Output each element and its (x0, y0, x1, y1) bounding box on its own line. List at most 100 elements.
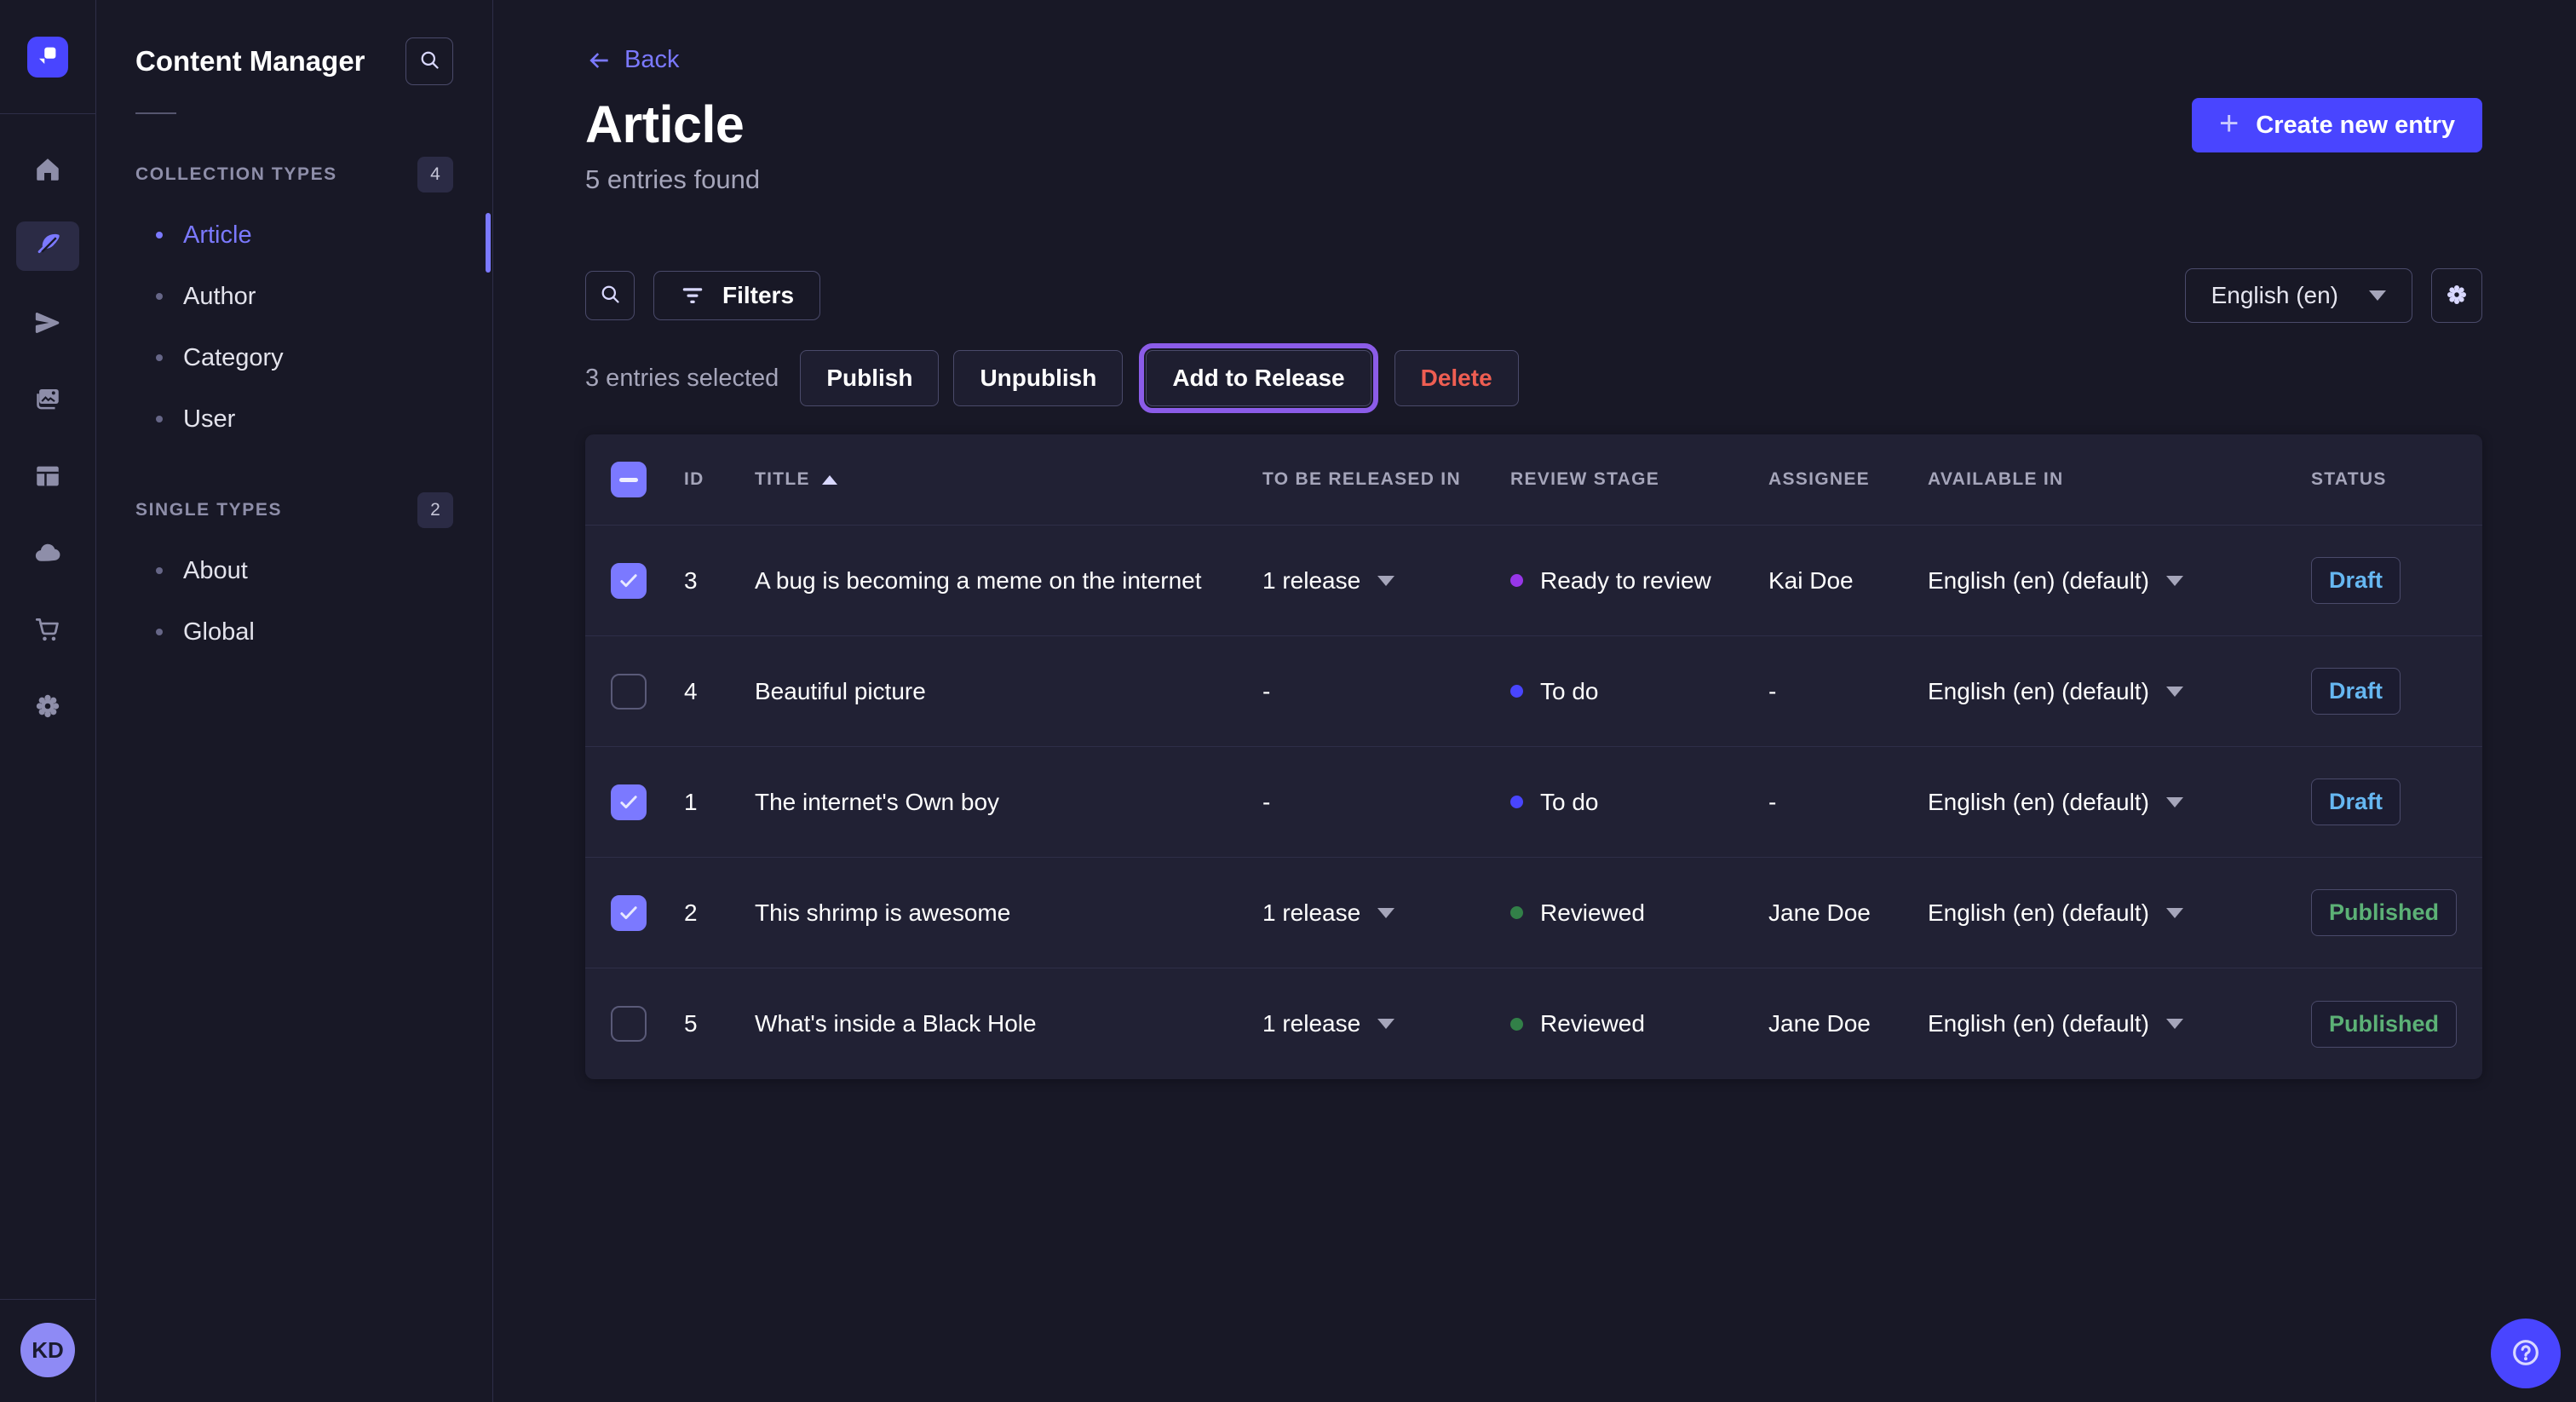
column-header-available-in[interactable]: AVAILABLE IN (1928, 469, 2311, 490)
stage-dot-icon (1510, 796, 1523, 808)
column-header-to-be-released-in[interactable]: TO BE RELEASED IN (1262, 469, 1510, 490)
selection-count: 3 entries selected (585, 365, 779, 393)
filters-label: Filters (722, 282, 794, 309)
back-link[interactable]: Back (585, 46, 679, 74)
search-entries-button[interactable] (585, 271, 635, 320)
create-new-entry-button[interactable]: + Create new entry (2192, 98, 2482, 152)
column-header-status[interactable]: STATUS (2311, 469, 2457, 490)
release-value: - (1262, 789, 1270, 816)
status-badge: Published (2311, 889, 2457, 936)
review-stage-cell: To do (1510, 678, 1768, 705)
stage-dot-icon (1510, 1018, 1523, 1031)
search-icon (418, 49, 441, 74)
sidebar-item-author[interactable]: Author (135, 266, 453, 327)
view-settings-button[interactable] (2431, 268, 2482, 323)
assignee-cell: Kai Doe (1768, 567, 1928, 595)
entry-id: 1 (684, 789, 755, 816)
sidebar-item-global[interactable]: Global (135, 601, 453, 663)
locale-value: English (en) (default) (1928, 789, 2149, 816)
sidebar-item-about[interactable]: About (135, 540, 453, 601)
chevron-down-icon (2166, 576, 2183, 586)
locale-cell[interactable]: English (en) (default) (1928, 1010, 2311, 1037)
settings-icon (32, 691, 63, 721)
bullet-icon (156, 293, 163, 300)
sidebar-item-label: User (183, 405, 235, 434)
locale-select[interactable]: English (en) (2185, 268, 2412, 323)
locale-cell[interactable]: English (en) (default) (1928, 678, 2311, 705)
stage-dot-icon (1510, 685, 1523, 698)
sidebar-item-label: Article (183, 221, 252, 250)
release-cell[interactable]: 1 release (1262, 567, 1510, 595)
bullet-icon (156, 629, 163, 635)
marketplace-icon (33, 615, 62, 644)
logo-area (0, 0, 95, 114)
help-button[interactable] (2491, 1319, 2561, 1388)
search-button[interactable] (405, 37, 453, 85)
locale-value: English (en) (default) (1928, 678, 2149, 705)
sidebar-item-label: Global (183, 618, 255, 646)
locale-value: English (en) (default) (1928, 1010, 2149, 1037)
release-cell[interactable]: 1 release (1262, 899, 1510, 927)
content-type-builder-icon (33, 462, 62, 491)
column-header-review-stage[interactable]: REVIEW STAGE (1510, 469, 1768, 490)
bullet-icon (156, 416, 163, 422)
locale-value: English (en) (2211, 282, 2338, 309)
review-stage-cell: To do (1510, 789, 1768, 816)
row-checkbox[interactable] (611, 1006, 647, 1042)
rail-content-manager-button[interactable] (16, 221, 79, 271)
section-count-badge: 4 (417, 157, 453, 192)
table-header: ID TITLE TO BE RELEASED IN REVIEW STAGE … (585, 434, 2482, 526)
stage-label: To do (1540, 789, 1599, 816)
cloud-icon (32, 537, 63, 568)
review-stage-cell: Reviewed (1510, 899, 1768, 927)
bullet-icon (156, 567, 163, 574)
locale-value: English (en) (default) (1928, 899, 2149, 927)
rail-content-type-builder-button[interactable] (16, 451, 79, 501)
rail-marketplace-button[interactable] (16, 605, 79, 654)
assignee-cell: - (1768, 789, 1928, 816)
user-avatar[interactable]: KD (20, 1323, 75, 1377)
row-checkbox[interactable] (611, 784, 647, 820)
status-badge: Draft (2311, 668, 2401, 715)
entries-count: 5 entries found (585, 164, 760, 195)
publish-button[interactable]: Publish (800, 350, 939, 406)
entry-id: 5 (684, 1010, 755, 1037)
row-checkbox[interactable] (611, 674, 647, 710)
chevron-down-icon (1377, 576, 1394, 586)
sidebar-item-article[interactable]: Article (135, 204, 453, 266)
strapi-logo-icon (35, 43, 60, 71)
home-icon (33, 155, 62, 184)
rail-bottom: KD (0, 1299, 95, 1402)
divider (135, 112, 176, 114)
stage-label: Reviewed (1540, 899, 1645, 927)
filter-icon (680, 285, 705, 307)
sidebar-item-user[interactable]: User (135, 388, 453, 450)
add-to-release-button[interactable]: Add to Release (1146, 350, 1371, 406)
page-title: Article (585, 95, 760, 154)
chevron-down-icon (2166, 908, 2183, 918)
entry-id: 4 (684, 678, 755, 705)
row-checkbox[interactable] (611, 563, 647, 599)
column-header-assignee[interactable]: ASSIGNEE (1768, 469, 1928, 490)
delete-button[interactable]: Delete (1394, 350, 1519, 406)
rail-cloud-button[interactable] (16, 528, 79, 577)
release-cell[interactable]: 1 release (1262, 1010, 1510, 1037)
rail-settings-button[interactable] (16, 681, 79, 731)
sidebar-item-label: Author (183, 283, 256, 311)
row-checkbox[interactable] (611, 895, 647, 931)
unpublish-button[interactable]: Unpublish (953, 350, 1123, 406)
release-value: 1 release (1262, 1010, 1360, 1037)
column-header-title[interactable]: TITLE (755, 469, 1262, 490)
locale-cell[interactable]: English (en) (default) (1928, 899, 2311, 927)
rail-media-library-button[interactable] (16, 375, 79, 424)
rail-home-button[interactable] (16, 145, 79, 194)
filters-button[interactable]: Filters (653, 271, 820, 320)
locale-cell[interactable]: English (en) (default) (1928, 789, 2311, 816)
column-header-id[interactable]: ID (684, 469, 755, 490)
strapi-logo[interactable] (27, 37, 68, 78)
select-all-checkbox[interactable] (611, 462, 647, 497)
rail-releases-button[interactable] (16, 298, 79, 348)
sidebar-item-category[interactable]: Category (135, 327, 453, 388)
sidebar-title: Content Manager (135, 45, 365, 78)
locale-cell[interactable]: English (en) (default) (1928, 567, 2311, 595)
